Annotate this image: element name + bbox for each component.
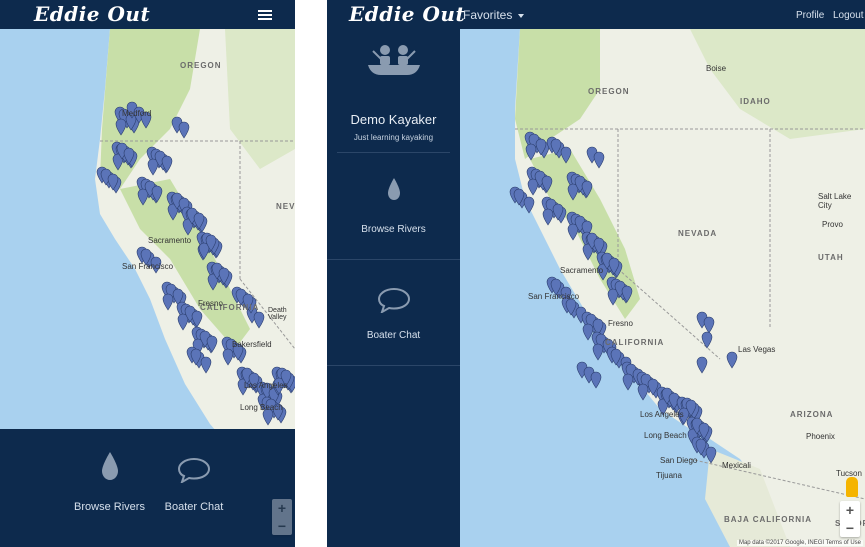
map-label-utah: UTAH: [818, 253, 844, 262]
map-label-california: California: [605, 338, 665, 347]
sidebar-divider: [327, 259, 460, 260]
city-sacramento: Sacramento: [148, 236, 192, 245]
map-label-nevada: NEVADA: [678, 229, 718, 238]
city-fresno: Fresno: [198, 299, 223, 308]
city-medford: Medford: [122, 109, 152, 118]
brand-logo[interactable]: Eddie Out: [349, 2, 465, 26]
map-label-oregon: OREGON: [180, 61, 222, 70]
city-phoenix: Phoenix: [806, 432, 835, 441]
pegman-icon[interactable]: [846, 477, 858, 497]
boater-chat-button[interactable]: Boater Chat: [160, 457, 228, 513]
city-san-francisco: San Francisco: [122, 262, 174, 271]
city-long-beach: Long Beach: [240, 403, 283, 412]
boater-chat-button[interactable]: Boater Chat: [327, 287, 460, 341]
mobile-zoom-control-footer[interactable]: + −: [272, 499, 292, 535]
zoom-out-button[interactable]: −: [840, 519, 860, 537]
favorites-label: Favorites: [463, 8, 513, 22]
brand-logo[interactable]: Eddie Out: [34, 2, 150, 26]
map-label-oregon: OREGON: [588, 87, 630, 96]
city-provo: Provo: [822, 220, 843, 229]
user-name: Demo Kayaker: [350, 112, 437, 127]
city-san-francisco: San Francisco: [528, 292, 580, 301]
map-attribution[interactable]: Map data ©2017 Google, INEGI Terms of Us…: [736, 540, 863, 546]
city-tijuana: Tijuana: [656, 471, 682, 480]
map-label-idaho: IDAHO: [740, 97, 771, 106]
city-long-beach: Long Beach: [644, 431, 687, 440]
user-bio: Just learning kayaking: [353, 133, 434, 142]
sidebar-divider: [327, 365, 460, 366]
browse-rivers-button[interactable]: Browse Rivers: [72, 451, 147, 513]
city-salt-lake-city: Salt Lake City: [818, 192, 852, 210]
mobile-screen: OREGON NEVADA CALIFORNIA Medford Sacrame…: [0, 0, 295, 547]
boater-chat-label: Boater Chat: [164, 501, 224, 513]
hamburger-icon[interactable]: [258, 10, 272, 20]
city-los-angeles: Los Angeles: [244, 381, 288, 390]
desktop-sidebar: Demo Kayaker Just learning kayaking Brow…: [327, 29, 460, 547]
city-boise: Boise: [706, 64, 727, 73]
raft-boaters-icon: [367, 45, 420, 75]
sidebar-divider: [337, 152, 450, 153]
favorites-dropdown[interactable]: Favorites: [463, 8, 524, 22]
mobile-navbar: Eddie Out: [0, 0, 295, 29]
city-bakersfield: Bakersfield: [232, 340, 272, 349]
zoom-out-button-footer[interactable]: −: [272, 517, 292, 535]
city-las-vegas: Las Vegas: [738, 345, 776, 354]
water-drop-icon: [101, 452, 118, 480]
city-los-angeles: Los Angeles: [640, 410, 684, 419]
mobile-footer-nav: Browse Rivers Boater Chat + −: [0, 429, 295, 547]
caret-down-icon: [517, 13, 524, 18]
boater-chat-label: Boater Chat: [366, 330, 421, 341]
desktop-screen: OREGON IDAHO NEVADA UTAH ARIZONA BAJA CA…: [327, 0, 865, 547]
city-san-diego: San Diego: [660, 456, 698, 465]
zoom-in-button[interactable]: +: [840, 501, 860, 519]
zoom-in-button-footer[interactable]: +: [272, 499, 292, 517]
map-label-arizona: ARIZONA: [790, 410, 834, 419]
browse-rivers-label: Browse Rivers: [74, 501, 145, 513]
water-drop-icon: [387, 178, 400, 200]
logout-link[interactable]: Logout: [833, 10, 864, 21]
city-mexicali: Mexicali: [722, 461, 751, 470]
profile-link[interactable]: Profile: [796, 10, 824, 21]
desktop-map-terrain: [460, 29, 865, 547]
speech-bubble-icon: [377, 287, 410, 315]
desktop-zoom-control[interactable]: + −: [840, 501, 860, 537]
user-profile-card[interactable]: Demo Kayaker Just learning kayaking: [327, 43, 460, 142]
browse-rivers-label: Browse Rivers: [361, 224, 426, 235]
city-death-valley: Death Valley: [268, 307, 287, 321]
speech-bubble-icon: [177, 457, 211, 485]
map-label-nevada: NEVADA: [276, 202, 295, 211]
city-sacramento: Sacramento: [560, 266, 604, 275]
city-fresno: Fresno: [608, 319, 633, 328]
map-label-baja-california: BAJA CALIFORNIA: [724, 515, 813, 524]
desktop-navbar: Eddie Out Favorites Profile Logout: [327, 0, 865, 29]
browse-rivers-button[interactable]: Browse Rivers: [327, 177, 460, 235]
desktop-map[interactable]: OREGON IDAHO NEVADA UTAH ARIZONA BAJA CA…: [460, 29, 865, 547]
